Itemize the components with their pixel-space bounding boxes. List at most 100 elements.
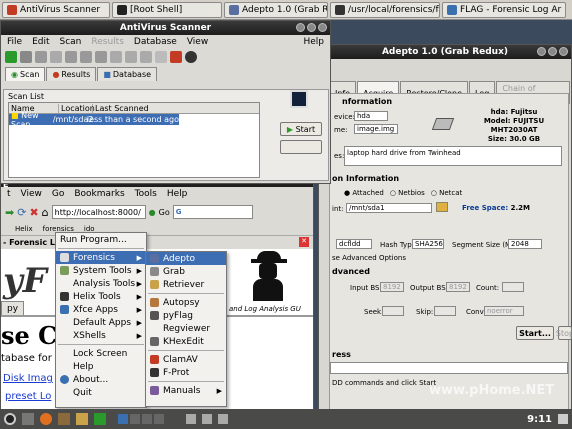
maximize-icon[interactable] [548, 47, 557, 56]
menu-item-fprot[interactable]: F-Prot [146, 366, 226, 379]
menu-help[interactable]: Help [303, 37, 324, 47]
tab-database[interactable]: ■ Database [97, 67, 158, 81]
stop-icon[interactable]: ✖ [29, 206, 38, 219]
output-bs-field[interactable]: 8192 [446, 282, 470, 292]
menu-item-autopsy[interactable]: Autopsy [146, 296, 226, 309]
workspace-3[interactable] [142, 414, 152, 424]
minimize-icon[interactable] [296, 23, 305, 32]
skip-field[interactable] [434, 306, 456, 316]
input-bs-field[interactable]: 8192 [380, 282, 404, 292]
menu-helix-tools[interactable]: Helix Tools ▶ [56, 290, 146, 303]
menu-lock-screen[interactable]: Lock Screen [56, 347, 146, 360]
workspace-4[interactable] [154, 414, 164, 424]
column-location[interactable]: Location [59, 103, 95, 113]
menu-edit[interactable]: Edit [32, 37, 49, 47]
menu-item-clamav[interactable]: ClamAV [146, 353, 226, 366]
tray-icon-1[interactable] [186, 414, 196, 424]
menu-go[interactable]: Go [52, 189, 64, 199]
bookmark-helix[interactable]: Helix [15, 225, 33, 233]
menu-results[interactable]: Results [91, 37, 124, 47]
menu-forensics[interactable]: Forensics ▶ [56, 251, 146, 264]
adepto-start-button[interactable]: Start... [516, 326, 554, 340]
save-icon[interactable] [20, 51, 32, 63]
menu-item-adepto[interactable]: Adepto [146, 252, 226, 265]
go-button[interactable]: Go [159, 208, 170, 217]
menu-about[interactable]: About... [56, 373, 146, 386]
column-last-scanned[interactable]: Last Scanned [93, 104, 149, 113]
menu-run-program[interactable]: Run Program... [56, 233, 146, 246]
quarantine-icon[interactable] [170, 51, 182, 63]
menu-edit[interactable]: t [7, 189, 11, 199]
radio-netcat[interactable]: ○ Netcat [431, 189, 463, 197]
menu-view[interactable]: View [21, 189, 42, 199]
menu-quit[interactable]: Quit [56, 386, 146, 399]
menu-system-tools[interactable]: System Tools ▶ [56, 264, 146, 277]
folder-icon[interactable] [436, 202, 448, 212]
taskbar-item-antivirus[interactable]: AntiVirus Scanner [2, 2, 110, 18]
mount-field[interactable]: /mnt/sda1 [346, 203, 432, 213]
radio-netbios[interactable]: ○ Netbios [390, 189, 425, 197]
tab-scan[interactable]: ◉ Scan [5, 67, 46, 81]
content-tab-py[interactable]: py [1, 301, 25, 316]
menu-item-grab[interactable]: Grab [146, 265, 226, 278]
start-menu-icon[interactable] [4, 413, 16, 425]
settings-icon[interactable] [140, 51, 152, 63]
menu-help[interactable]: Help [167, 189, 188, 199]
close-tab-icon[interactable]: ✕ [299, 237, 309, 247]
menu-tools[interactable]: Tools [135, 189, 157, 199]
radio-attached[interactable]: ● Attached [344, 189, 384, 197]
workspace-switcher[interactable] [118, 414, 164, 424]
desktop-icon[interactable] [22, 413, 34, 425]
close-icon[interactable] [559, 47, 568, 56]
copy-icon[interactable] [35, 51, 47, 63]
menu-item-regviewer[interactable]: Regviewer [146, 322, 226, 335]
properties-icon[interactable] [80, 51, 92, 63]
workspace-2[interactable] [130, 414, 140, 424]
menu-database[interactable]: Database [134, 37, 177, 47]
search-tool-icon[interactable] [76, 413, 88, 425]
tool-select[interactable]: dcfldd [336, 239, 372, 249]
image-name-field[interactable]: image.img [354, 124, 398, 134]
menu-bookmarks[interactable]: Bookmarks [74, 189, 124, 199]
search-field[interactable]: G [172, 205, 253, 219]
menu-scan[interactable]: Scan [60, 37, 82, 47]
menu-item-manuals[interactable]: Manuals ▶ [146, 384, 226, 397]
paste-icon[interactable] [50, 51, 62, 63]
stop-scan-button[interactable] [280, 140, 322, 154]
menu-analysis-tools[interactable]: Analysis Tools ▶ [56, 277, 146, 290]
start-scan-button[interactable]: ▶ Start [280, 122, 322, 136]
url-field[interactable]: http://localhost:8000/ [51, 205, 146, 219]
tab-results[interactable]: ● Results [46, 67, 97, 81]
count-field[interactable] [502, 282, 524, 292]
menu-file[interactable]: File [7, 37, 22, 47]
menu-view[interactable]: View [187, 37, 208, 47]
update-icon[interactable] [185, 51, 197, 63]
minimize-icon[interactable] [537, 47, 546, 56]
taskbar-item-flag-folder[interactable]: /usr/local/forensics/flag [330, 2, 440, 18]
taskbar-item-root-shell[interactable]: [Root Shell] [112, 2, 222, 18]
taskbar-item-flag[interactable]: FLAG - Forensic Log Ar [442, 2, 566, 18]
link-disk-image[interactable]: Disk Imag [3, 373, 53, 384]
menu-item-khexedit[interactable]: KHexEdit [146, 335, 226, 348]
terminal-icon[interactable] [94, 413, 106, 425]
workspace-1[interactable] [118, 414, 128, 424]
hash-select[interactable]: SHA256 [412, 239, 444, 249]
close-icon[interactable] [318, 23, 327, 32]
tray-icon-3[interactable] [218, 414, 228, 424]
document-icon[interactable] [65, 51, 77, 63]
reload-icon[interactable]: ⟳ [17, 206, 26, 219]
link-preset-log[interactable]: preset Lo [5, 391, 51, 402]
device-select[interactable]: hda [354, 111, 388, 121]
menu-default-apps[interactable]: Default Apps ▶ [56, 316, 146, 329]
notes-field[interactable]: laptop hard drive from Twinhead [344, 146, 562, 166]
maximize-icon[interactable] [307, 23, 316, 32]
folder-icon[interactable] [58, 413, 70, 425]
menu-xshells[interactable]: XShells ▶ [56, 329, 146, 342]
play-icon[interactable] [5, 51, 17, 63]
firefox-icon[interactable] [40, 413, 52, 425]
segment-field[interactable]: 2048 [508, 239, 542, 249]
go-icon[interactable]: ● [149, 208, 156, 217]
seek-field[interactable] [382, 306, 404, 316]
taskbar-item-adepto[interactable]: Adepto 1.0 (Grab Redux [224, 2, 328, 18]
tray-icon-2[interactable] [202, 414, 212, 424]
